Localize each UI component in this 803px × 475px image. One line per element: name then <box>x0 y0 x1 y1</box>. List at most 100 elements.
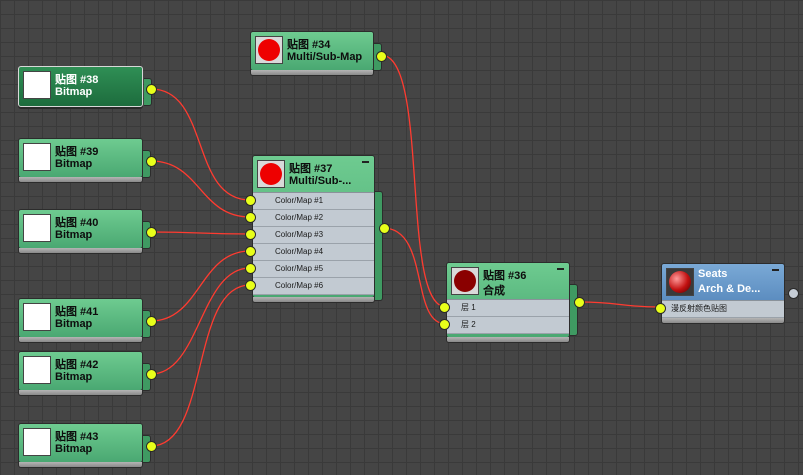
map-slot-label: 漫反射颜色贴图 <box>671 304 727 313</box>
wire-map41-to-slot4 <box>150 250 251 322</box>
node-map38[interactable]: 贴图 #38 Bitmap <box>18 66 157 107</box>
wire-map40-to-slot3 <box>150 231 251 235</box>
node-map36-title: 贴图 #36 <box>483 270 527 282</box>
node-map36-subtitle: 合成 <box>483 285 505 297</box>
input-port-slot5[interactable] <box>245 263 256 274</box>
wire-map39-to-slot2 <box>150 160 251 218</box>
node-map40-output-port[interactable] <box>146 227 157 238</box>
node-map37-slots: Color/Map #1 Color/Map #2 Color/Map #3 C… <box>253 192 374 295</box>
wire-map36-to-seats <box>578 301 661 308</box>
slot-row[interactable]: Color/Map #3 <box>253 227 374 244</box>
node-map43-title: 贴图 #43 <box>55 431 99 443</box>
wire-map38-to-slot1 <box>150 88 251 201</box>
node-map41[interactable]: 贴图 #41 Bitmap <box>18 298 157 343</box>
material-sphere-icon <box>666 268 694 296</box>
input-port-slot4[interactable] <box>245 246 256 257</box>
node-map41-output-port[interactable] <box>146 316 157 327</box>
slot-label: Color/Map #5 <box>275 264 324 273</box>
node-map41-subtitle: Bitmap <box>55 318 93 330</box>
node-map34[interactable]: 贴图 #34 Multi/Sub-Map <box>250 31 387 76</box>
bitmap-thumb-icon <box>23 303 51 331</box>
slot-row[interactable]: Color/Map #1 <box>253 193 374 210</box>
red-swatch-icon <box>255 36 283 64</box>
layer-label: 层 1 <box>461 303 476 312</box>
node-map37-subtitle: Multi/Sub-... <box>289 175 352 187</box>
slot-label: Color/Map #1 <box>275 196 324 205</box>
node-seats-slots: 漫反射颜色贴图 <box>662 300 784 318</box>
wire-map43-to-slot6 <box>150 284 251 447</box>
node-seats-output-port[interactable] <box>788 288 799 299</box>
bitmap-thumb-icon <box>23 71 51 99</box>
node-map36-body: 贴图 #36 合成 层 1 层 2 <box>446 262 570 338</box>
input-port-layer1[interactable] <box>439 302 450 313</box>
map-slot-row[interactable]: 漫反射颜色贴图 <box>662 301 784 318</box>
node-map37-output-port[interactable] <box>379 223 390 234</box>
node-map37-output-tab <box>375 191 383 301</box>
node-map41-footer <box>18 337 143 343</box>
input-port-slot2[interactable] <box>245 212 256 223</box>
node-map36[interactable]: 贴图 #36 合成 层 1 层 2 <box>439 262 585 343</box>
node-map39-subtitle: Bitmap <box>55 158 93 170</box>
wire-map42-to-slot5 <box>150 267 251 375</box>
red-swatch-icon <box>257 160 285 188</box>
input-port-slot3[interactable] <box>245 229 256 240</box>
node-map42-footer <box>18 390 143 396</box>
node-map38-output-port[interactable] <box>146 84 157 95</box>
slot-row[interactable]: Color/Map #4 <box>253 244 374 261</box>
dark-red-swatch-icon <box>451 267 479 295</box>
node-map40-subtitle: Bitmap <box>55 229 93 241</box>
node-map34-title: 贴图 #34 <box>287 39 331 51</box>
node-map39[interactable]: 贴图 #39 Bitmap <box>18 138 157 183</box>
node-map43-footer <box>18 462 143 468</box>
node-map34-subtitle: Multi/Sub-Map <box>287 51 363 63</box>
node-map38-title: 贴图 #38 <box>55 74 99 86</box>
node-seats-title: Seats <box>698 268 728 280</box>
node-map36-slots: 层 1 层 2 <box>447 299 569 334</box>
layer-row[interactable]: 层 1 <box>447 300 569 317</box>
node-map43[interactable]: 贴图 #43 Bitmap <box>18 423 157 468</box>
node-map43-output-port[interactable] <box>146 441 157 452</box>
input-port-slot1[interactable] <box>245 195 256 206</box>
layer-label: 层 2 <box>461 320 476 329</box>
bitmap-thumb-icon <box>23 356 51 384</box>
input-port-slot6[interactable] <box>245 280 256 291</box>
input-port-layer2[interactable] <box>439 319 450 330</box>
collapse-icon[interactable] <box>362 161 369 163</box>
wire-map37-to-layer2 <box>382 227 447 325</box>
node-map39-body: 贴图 #39 Bitmap <box>18 138 143 178</box>
input-port-diffuse[interactable] <box>655 303 666 314</box>
node-map34-body: 贴图 #34 Multi/Sub-Map <box>250 31 374 71</box>
node-map39-title: 贴图 #39 <box>55 146 99 158</box>
node-seats-body: Seats Arch & De... 漫反射颜色贴图 <box>661 263 785 319</box>
node-seats-subtitle: Arch & De... <box>698 283 761 295</box>
node-map37[interactable]: 贴图 #37 Multi/Sub-... Color/Map #1 Color/… <box>245 155 390 303</box>
slot-row[interactable]: Color/Map #6 <box>253 278 374 295</box>
collapse-icon[interactable] <box>772 269 779 271</box>
node-map40[interactable]: 贴图 #40 Bitmap <box>18 209 157 254</box>
collapse-icon[interactable] <box>557 268 564 270</box>
bitmap-thumb-icon <box>23 428 51 456</box>
node-map42-subtitle: Bitmap <box>55 371 93 383</box>
slot-label: Color/Map #6 <box>275 281 324 290</box>
layer-row[interactable]: 层 2 <box>447 317 569 334</box>
wire-map34-to-layer1 <box>380 54 447 308</box>
slot-row[interactable]: Color/Map #5 <box>253 261 374 278</box>
node-map40-body: 贴图 #40 Bitmap <box>18 209 143 249</box>
slot-row[interactable]: Color/Map #2 <box>253 210 374 227</box>
node-map39-footer <box>18 177 143 183</box>
node-map43-body: 贴图 #43 Bitmap <box>18 423 143 463</box>
node-map41-body: 贴图 #41 Bitmap <box>18 298 143 338</box>
node-seats[interactable]: Seats Arch & De... 漫反射颜色贴图 <box>655 263 799 324</box>
bitmap-thumb-icon <box>23 143 51 171</box>
node-map42-output-port[interactable] <box>146 369 157 380</box>
node-map43-subtitle: Bitmap <box>55 443 93 455</box>
node-map37-title: 贴图 #37 <box>289 163 333 175</box>
node-map37-body: 贴图 #37 Multi/Sub-... Color/Map #1 Color/… <box>252 155 375 298</box>
node-map36-output-port[interactable] <box>574 297 585 308</box>
node-map42[interactable]: 贴图 #42 Bitmap <box>18 351 157 396</box>
slot-label: Color/Map #2 <box>275 213 324 222</box>
bitmap-thumb-icon <box>23 214 51 242</box>
node-seats-footer <box>661 318 785 324</box>
node-map34-output-port[interactable] <box>376 51 387 62</box>
node-map39-output-port[interactable] <box>146 156 157 167</box>
